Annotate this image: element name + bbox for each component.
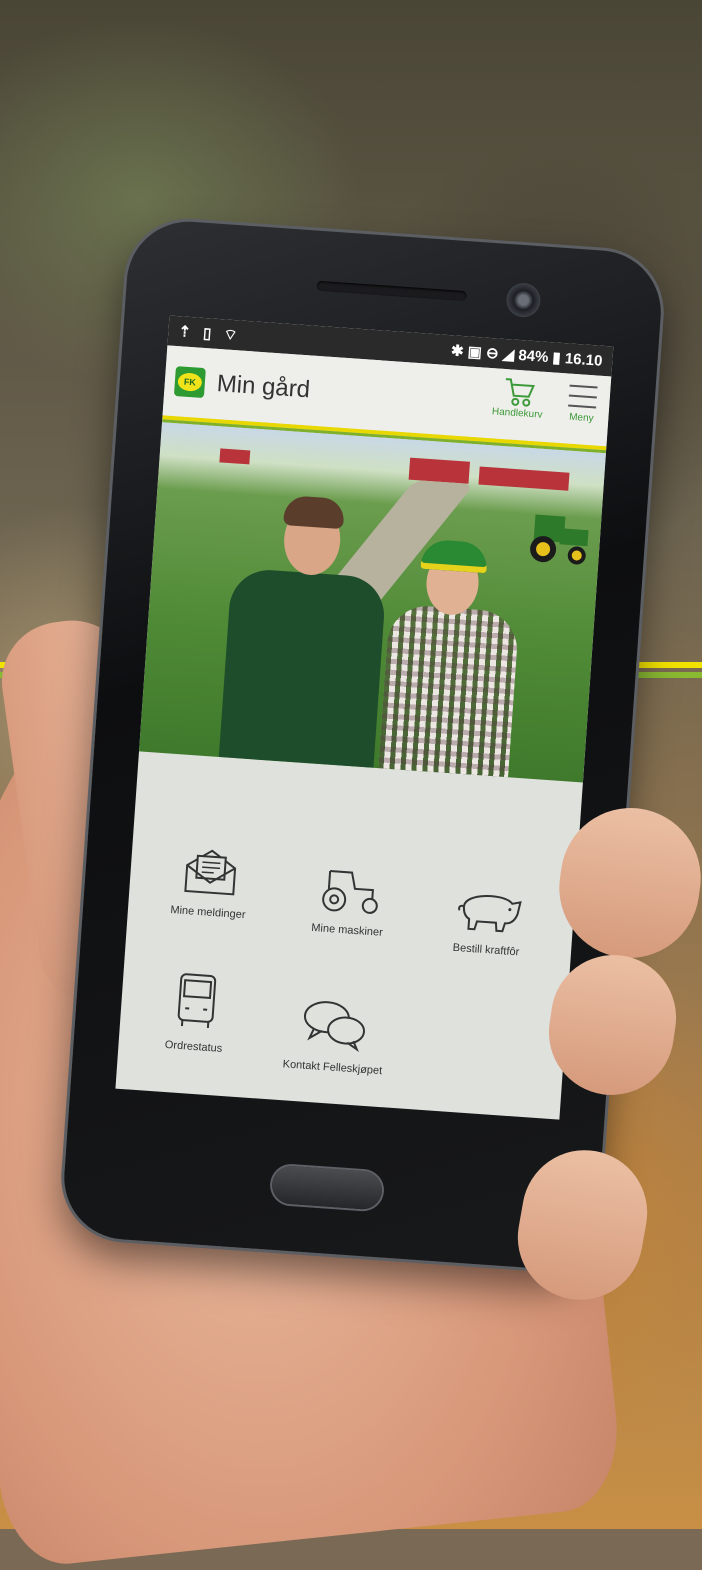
felleskjopet-logo: FK [173, 366, 206, 399]
logo-text: FK [177, 372, 203, 392]
hamburger-icon [568, 384, 598, 409]
barn [408, 457, 471, 484]
earpiece-speaker [316, 280, 467, 302]
front-camera [505, 281, 542, 319]
smartphone: ⇡ ▯ ⌔ ✱ ▣ ⊖ ◢ 84% ▮ 16.10 FK Min gård Ha… [60, 217, 665, 1273]
status-icons-right: ✱ ▣ ⊖ ◢ 84% ▮ 16.10 [450, 342, 603, 370]
cart-label: Handlekurv [491, 406, 543, 421]
hero-photo [139, 422, 606, 783]
cart-button[interactable]: Handlekurv [491, 374, 545, 421]
menu-button[interactable]: Meny [564, 379, 601, 424]
barn [478, 466, 570, 491]
tile-label: Ordrestatus [164, 1038, 223, 1055]
home-button[interactable] [270, 1164, 384, 1211]
woman-cap [420, 538, 489, 574]
man-hair [283, 495, 346, 530]
tile-kontakt[interactable]: Kontakt Felleskjøpet [262, 993, 407, 1079]
tile-mine-maskiner[interactable]: Mine maskiner [277, 860, 422, 942]
cart-icon [505, 378, 535, 407]
envelope-icon [184, 849, 237, 896]
tile-label: Bestill kraftfôr [452, 941, 520, 959]
truck-icon [177, 973, 217, 1028]
barn [219, 448, 251, 465]
tile-label: Kontakt Felleskjøpet [282, 1058, 383, 1078]
tile-label: Mine maskiner [310, 921, 384, 939]
page-title: Min gård [215, 369, 311, 404]
tractor-in-field [530, 514, 589, 565]
tile-ordrestatus[interactable]: Ordrestatus [123, 966, 268, 1058]
dashboard-menu: Mine meldinger Mine maskiner Bestill kra… [115, 751, 582, 1119]
status-icons-left: ⇡ ▯ ⌔ [177, 322, 243, 345]
tile-bestill-kraftfor[interactable]: Bestill kraftfôr [416, 879, 561, 961]
tile-mine-meldinger[interactable]: Mine meldinger [138, 842, 283, 924]
tractor-icon [322, 870, 378, 914]
clock: 16.10 [564, 350, 603, 370]
phone-screen: ⇡ ▯ ⌔ ✱ ▣ ⊖ ◢ 84% ▮ 16.10 FK Min gård Ha… [115, 315, 614, 1120]
tile-label: Mine meldinger [169, 904, 246, 922]
man-green-shirt [218, 567, 387, 768]
menu-label: Meny [568, 411, 594, 425]
pig-icon [458, 895, 522, 933]
chat-bubbles-icon [303, 1001, 366, 1053]
battery-level: 84% [517, 346, 549, 366]
woman-plaid-shirt [378, 603, 520, 783]
app-bar-actions: Handlekurv Meny [492, 374, 601, 424]
